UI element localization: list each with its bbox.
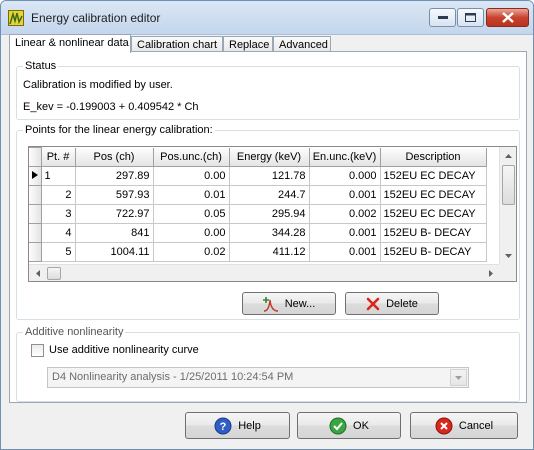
table-cell[interactable]: 1	[40, 166, 76, 186]
ok-button-label: OK	[353, 419, 369, 432]
table-cell[interactable]: 0.00	[152, 223, 230, 243]
maximize-button[interactable]	[457, 8, 484, 27]
tab-label: Replace	[229, 39, 270, 51]
delete-x-icon	[366, 297, 380, 311]
table-cell[interactable]: 152EU EC DECAY	[379, 185, 487, 205]
table-cell[interactable]: 722.97	[74, 204, 154, 224]
additive-legend: Additive nonlinearity	[25, 326, 124, 338]
window-title: Energy calibration editor	[31, 11, 161, 25]
vertical-scroll-thumb[interactable]	[502, 165, 515, 205]
close-window-button[interactable]	[486, 8, 529, 27]
nonlinearity-curve-select[interactable]: D4 Nonlinearity analysis - 1/25/2011 10:…	[47, 367, 469, 388]
column-header[interactable]: Description	[379, 147, 487, 167]
ok-button[interactable]: OK	[297, 412, 401, 439]
check-icon	[329, 417, 347, 435]
table-cell[interactable]: 152EU B- DECAY	[379, 223, 487, 243]
svg-text:?: ?	[220, 421, 227, 433]
tab-linear-nonlinear-data[interactable]: Linear & nonlinear data	[9, 34, 131, 53]
table-cell[interactable]: 3	[40, 204, 76, 224]
table-cell[interactable]: 344.28	[228, 223, 310, 243]
scroll-up-arrow-icon[interactable]	[500, 147, 516, 164]
table-cell[interactable]: 841	[74, 223, 154, 243]
table-cell[interactable]: 0.01	[152, 185, 230, 205]
column-header[interactable]: Pos.unc.(ch)	[152, 147, 230, 167]
new-point-button[interactable]: New...	[242, 292, 336, 315]
row-header[interactable]	[29, 242, 42, 262]
table-cell[interactable]: 0.001	[308, 242, 381, 262]
table-cell[interactable]: 244.7	[228, 185, 310, 205]
table-row[interactable]: 5 1004.11 0.02 411.12 0.001 152EU B- DEC…	[29, 242, 487, 262]
table-cell[interactable]: 2	[40, 185, 76, 205]
table-row[interactable]: 1 297.89 0.00 121.78 0.000 152EU EC DECA…	[29, 166, 487, 186]
points-legend: Points for the linear energy calibration…	[25, 124, 213, 136]
points-table[interactable]: Pt. # Pos (ch) Pos.unc.(ch) Energy (keV)…	[28, 146, 517, 282]
horizontal-scrollbar[interactable]	[29, 264, 499, 281]
row-header[interactable]	[29, 185, 42, 205]
cancel-button-label: Cancel	[458, 419, 494, 432]
dropdown-arrow-icon[interactable]	[450, 369, 467, 386]
table-row[interactable]: 2 597.93 0.01 244.7 0.001 152EU EC DECAY	[29, 185, 487, 205]
dialog-window: Energy calibration editor Linear & nonli…	[0, 0, 534, 450]
scrollbar-corner	[499, 264, 516, 281]
table-cell[interactable]: 0.00	[152, 166, 230, 186]
table-cell[interactable]: 0.001	[308, 185, 381, 205]
table-cell[interactable]: 0.02	[152, 242, 230, 262]
column-header[interactable]: Energy (keV)	[228, 147, 310, 167]
table-cell[interactable]: 0.000	[308, 166, 381, 186]
tab-label: Advanced	[279, 39, 328, 51]
delete-button-label: Delete	[386, 297, 418, 310]
table-row[interactable]: 3 722.97 0.05 295.94 0.002 152EU EC DECA…	[29, 204, 487, 224]
calibration-equation: E_kev = -0.199003 + 0.409542 * Ch	[23, 101, 199, 113]
help-icon: ?	[214, 417, 232, 435]
selected-curve: D4 Nonlinearity analysis - 1/25/2011 10:…	[52, 371, 294, 383]
minimize-button[interactable]	[429, 8, 456, 27]
horizontal-scroll-thumb[interactable]	[47, 267, 61, 280]
title-bar[interactable]: Energy calibration editor	[1, 1, 533, 35]
additive-nonlinearity-checkbox[interactable]	[31, 344, 44, 357]
help-button[interactable]: ? Help	[185, 412, 290, 439]
table-cell[interactable]: 4	[40, 223, 76, 243]
row-header[interactable]	[29, 223, 42, 243]
checkbox-label[interactable]: Use additive nonlinearity curve	[49, 344, 199, 356]
column-header[interactable]: Pt. #	[40, 147, 76, 167]
table-cell[interactable]: 0.05	[152, 204, 230, 224]
table-cell[interactable]: 0.002	[308, 204, 381, 224]
help-button-label: Help	[238, 419, 261, 432]
app-icon	[8, 10, 24, 26]
tab-label: Linear & nonlinear data	[15, 37, 129, 49]
column-header[interactable]: En.unc.(keV)	[308, 147, 381, 167]
table-cell[interactable]: 152EU EC DECAY	[379, 204, 487, 224]
table-cell[interactable]: 411.12	[228, 242, 310, 262]
vertical-scrollbar[interactable]	[499, 147, 516, 264]
cancel-button[interactable]: Cancel	[410, 412, 518, 439]
column-header[interactable]: Pos (ch)	[74, 147, 154, 167]
scroll-right-arrow-icon[interactable]	[482, 265, 499, 281]
table-cell[interactable]: 297.89	[74, 166, 154, 186]
table-cell[interactable]: 121.78	[228, 166, 310, 186]
table-cell[interactable]: 0.001	[308, 223, 381, 243]
delete-point-button[interactable]: Delete	[345, 292, 439, 315]
tab-panel: Status Calibration is modified by user. …	[9, 51, 527, 403]
status-message: Calibration is modified by user.	[23, 79, 173, 91]
table-cell[interactable]: 5	[40, 242, 76, 262]
tab-label: Calibration chart	[137, 39, 218, 51]
status-legend: Status	[25, 60, 57, 72]
scroll-left-arrow-icon[interactable]	[29, 265, 46, 281]
additive-nonlinearity-group: Additive nonlinearity	[16, 326, 520, 402]
table-cell[interactable]: 1004.11	[74, 242, 154, 262]
table-header-row: Pt. # Pos (ch) Pos.unc.(ch) Energy (keV)…	[29, 147, 487, 167]
table-row[interactable]: 4 841 0.00 344.28 0.001 152EU B- DECAY	[29, 223, 487, 243]
table-cell[interactable]: 295.94	[228, 204, 310, 224]
cancel-icon	[435, 417, 453, 435]
new-peak-icon	[262, 296, 279, 312]
scroll-down-arrow-icon[interactable]	[500, 247, 516, 264]
new-button-label: New...	[284, 297, 316, 310]
table-cell[interactable]: 152EU EC DECAY	[379, 166, 487, 186]
row-header[interactable]	[29, 204, 42, 224]
current-row-indicator-icon[interactable]	[29, 166, 42, 186]
row-header-corner	[29, 147, 42, 167]
table-cell[interactable]: 597.93	[74, 185, 154, 205]
table-cell[interactable]: 152EU B- DECAY	[379, 242, 487, 262]
